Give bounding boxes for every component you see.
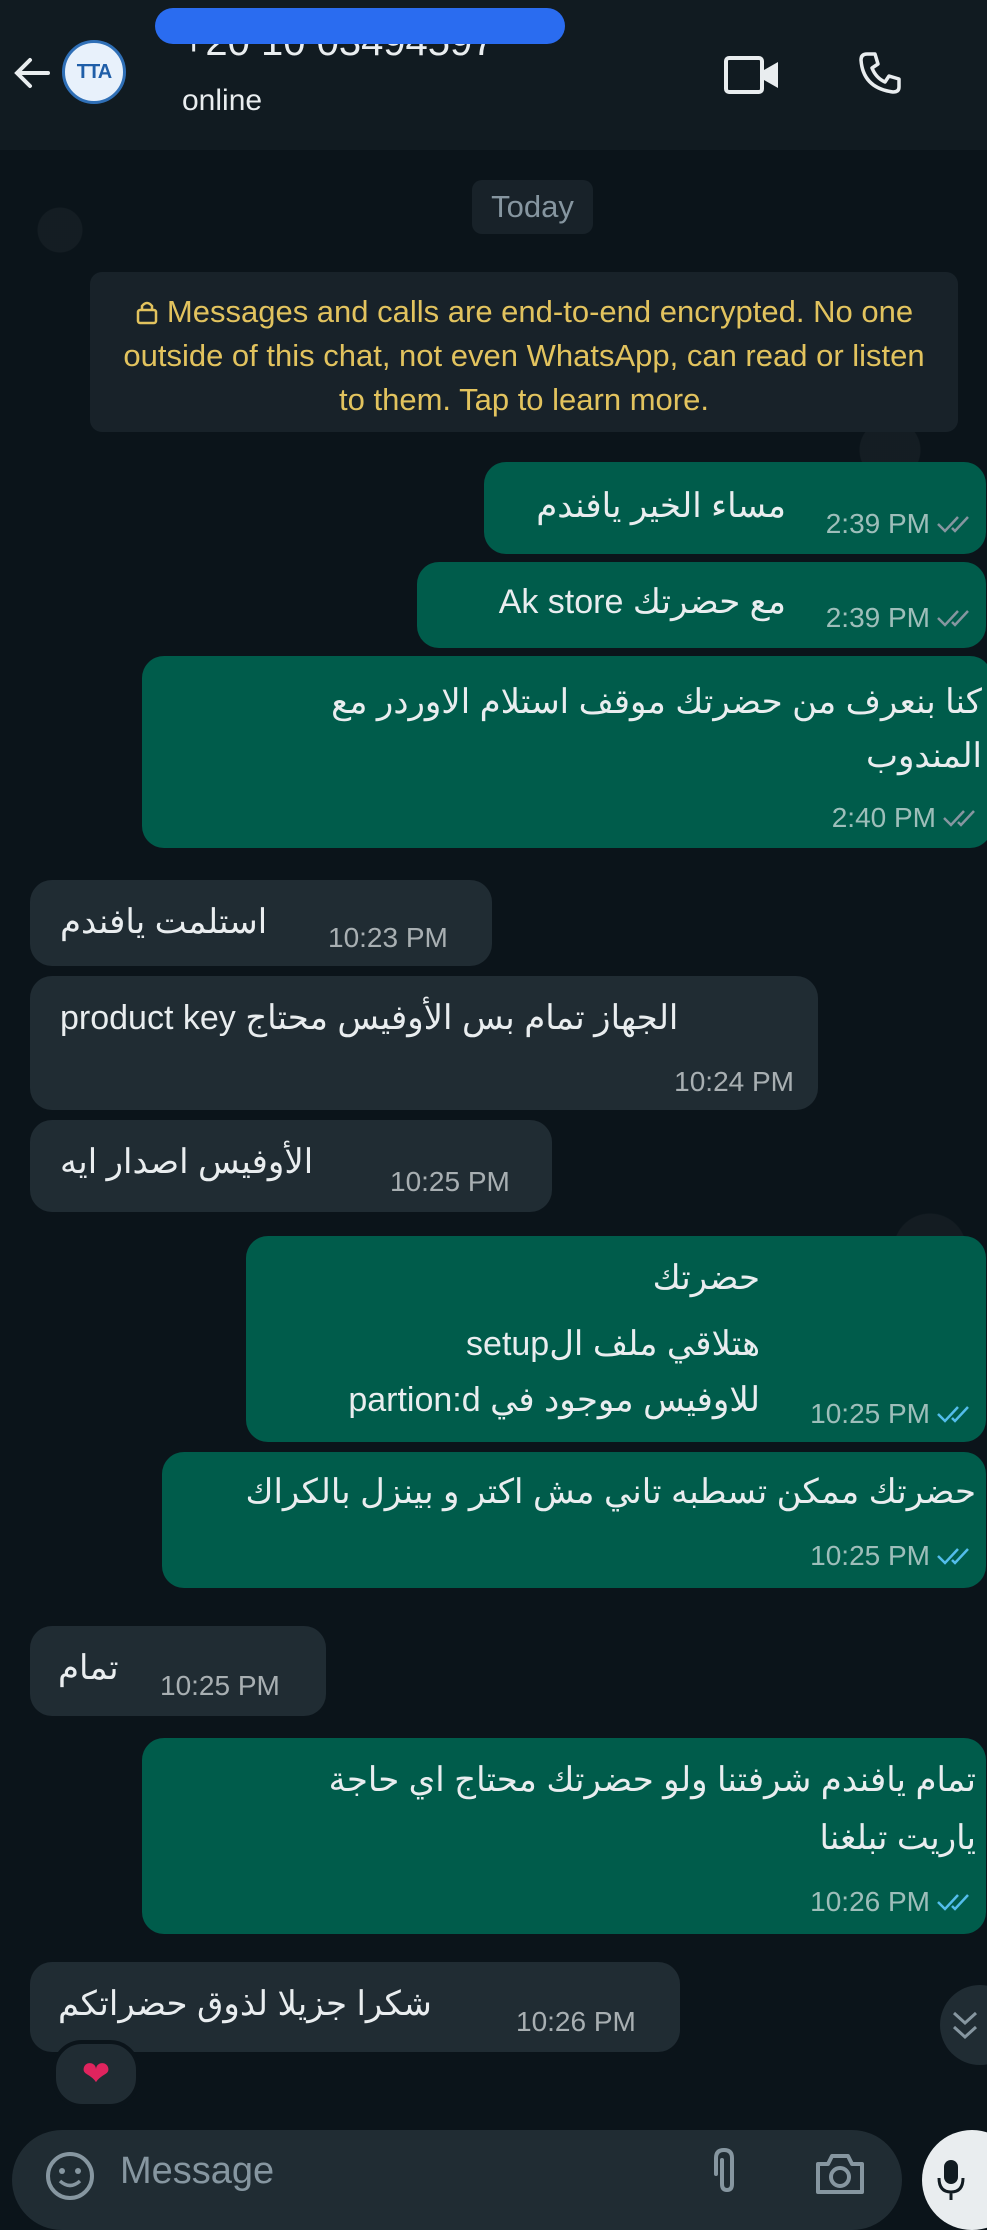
message-text-line: للاوفيس موجود في partion:d (348, 1381, 760, 1419)
message-time: 10:25 PM (160, 1670, 280, 1701)
message-meta: 2:39 PM (826, 508, 976, 540)
message-time: 10:25 PM (390, 1166, 510, 1197)
mic-icon (937, 2160, 965, 2200)
avatar[interactable]: TTA (62, 40, 126, 104)
message-text: الأوفيس اصدار ايه (60, 1143, 314, 1181)
read-ticks-icon (937, 1548, 969, 1565)
message-bubble-outgoing[interactable]: كنا بنعرف من حضرتك موقف استلام الاوردر م… (142, 656, 987, 848)
message-meta: 10:26 PM (810, 1886, 976, 1918)
message-text-line: كنا بنعرف من حضرتك موقف استلام الاوردر م… (331, 683, 982, 721)
message-time: 2:39 PM (825, 508, 930, 539)
chat-header: TTA +20 10 03494597 online (0, 0, 987, 150)
message-bubble-outgoing[interactable]: حضرتك ممكن تسطبه تاني مش اكتر و بينزل با… (162, 1452, 986, 1588)
message-meta: 10:25 PM (810, 1398, 976, 1430)
read-ticks-icon (937, 1406, 969, 1423)
read-ticks-icon (937, 610, 969, 627)
message-time: 2:39 PM (825, 602, 930, 633)
message-time: 10:24 PM (674, 1066, 794, 1097)
message-time: 10:25 PM (810, 1540, 930, 1571)
message-text-line: المندوب (866, 737, 982, 775)
date-divider: Today (472, 180, 593, 234)
message-text-line: هتلاقي ملف الsetup (466, 1325, 760, 1363)
double-chevron-down-icon (952, 2011, 978, 2040)
encryption-notice[interactable]: Messages and calls are end-to-end encryp… (90, 272, 958, 432)
message-bubble-outgoing[interactable]: تمام يافندم شرفتنا ولو حضرتك محتاج اي حا… (142, 1738, 986, 1934)
message-text: شكرا جزيلا لذوق حضراتكم (58, 1985, 432, 2023)
message-text: مساء الخير يافندم (536, 487, 786, 525)
message-time: 10:25 PM (810, 1398, 930, 1429)
read-ticks-icon (943, 810, 975, 827)
read-ticks-icon (937, 1894, 969, 1911)
message-bubble-incoming[interactable]: تمام 10:25 PM (30, 1626, 326, 1716)
message-text-line: حضرتك (652, 1259, 760, 1297)
back-arrow-icon[interactable] (8, 48, 58, 98)
message-meta: 10:25 PM (810, 1540, 976, 1572)
message-time: 10:26 PM (516, 2006, 636, 2037)
video-call-icon[interactable] (722, 52, 782, 98)
message-text: استلمت يافندم (60, 903, 268, 941)
camera-icon[interactable] (812, 2146, 868, 2202)
message-meta: 2:40 PM (832, 802, 982, 834)
phone-call-icon[interactable] (855, 48, 905, 98)
message-time: 2:40 PM (831, 802, 936, 833)
read-ticks-icon (937, 516, 969, 533)
message-bubble-incoming[interactable]: استلمت يافندم 10:23 PM (30, 880, 492, 966)
message-composer (12, 2130, 902, 2230)
message-bubble-incoming[interactable]: شكرا جزيلا لذوق حضراتكم 10:26 PM (30, 1962, 680, 2052)
message-text: مع حضرتك Ak store (498, 583, 786, 621)
message-bubble-outgoing[interactable]: مع حضرتك Ak store 2:39 PM (417, 562, 986, 648)
message-text-line: ياريت تبلغنا (819, 1819, 976, 1857)
encryption-notice-text: Messages and calls are end-to-end encryp… (123, 294, 925, 417)
heart-reaction-icon[interactable]: ❤ (52, 2040, 140, 2108)
message-text: حضرتك ممكن تسطبه تاني مش اكتر و بينزل با… (245, 1473, 976, 1511)
message-text-line: تمام يافندم شرفتنا ولو حضرتك محتاج اي حا… (328, 1761, 976, 1799)
contact-status: online (182, 84, 263, 117)
message-meta: 2:39 PM (826, 602, 976, 634)
avatar-text: TTA (76, 60, 112, 83)
attach-icon[interactable] (702, 2144, 752, 2204)
message-time: 10:26 PM (810, 1886, 930, 1917)
message-time: 10:23 PM (328, 922, 448, 953)
message-bubble-incoming[interactable]: الجهاز تمام بس الأوفيس محتاج product key… (30, 976, 818, 1110)
message-bubble-outgoing[interactable]: مساء الخير يافندم 2:39 PM (484, 462, 986, 554)
message-bubble-outgoing[interactable]: حضرتك هتلاقي ملف الsetup للاوفيس موجود ف… (246, 1236, 986, 1442)
redaction-mark (155, 8, 565, 44)
message-bubble-incoming[interactable]: الأوفيس اصدار ايه 10:25 PM (30, 1120, 552, 1212)
message-text: تمام (58, 1649, 119, 1687)
emoji-icon[interactable] (42, 2148, 98, 2204)
message-text: الجهاز تمام بس الأوفيس محتاج product key (60, 999, 679, 1037)
lock-icon (136, 301, 158, 325)
